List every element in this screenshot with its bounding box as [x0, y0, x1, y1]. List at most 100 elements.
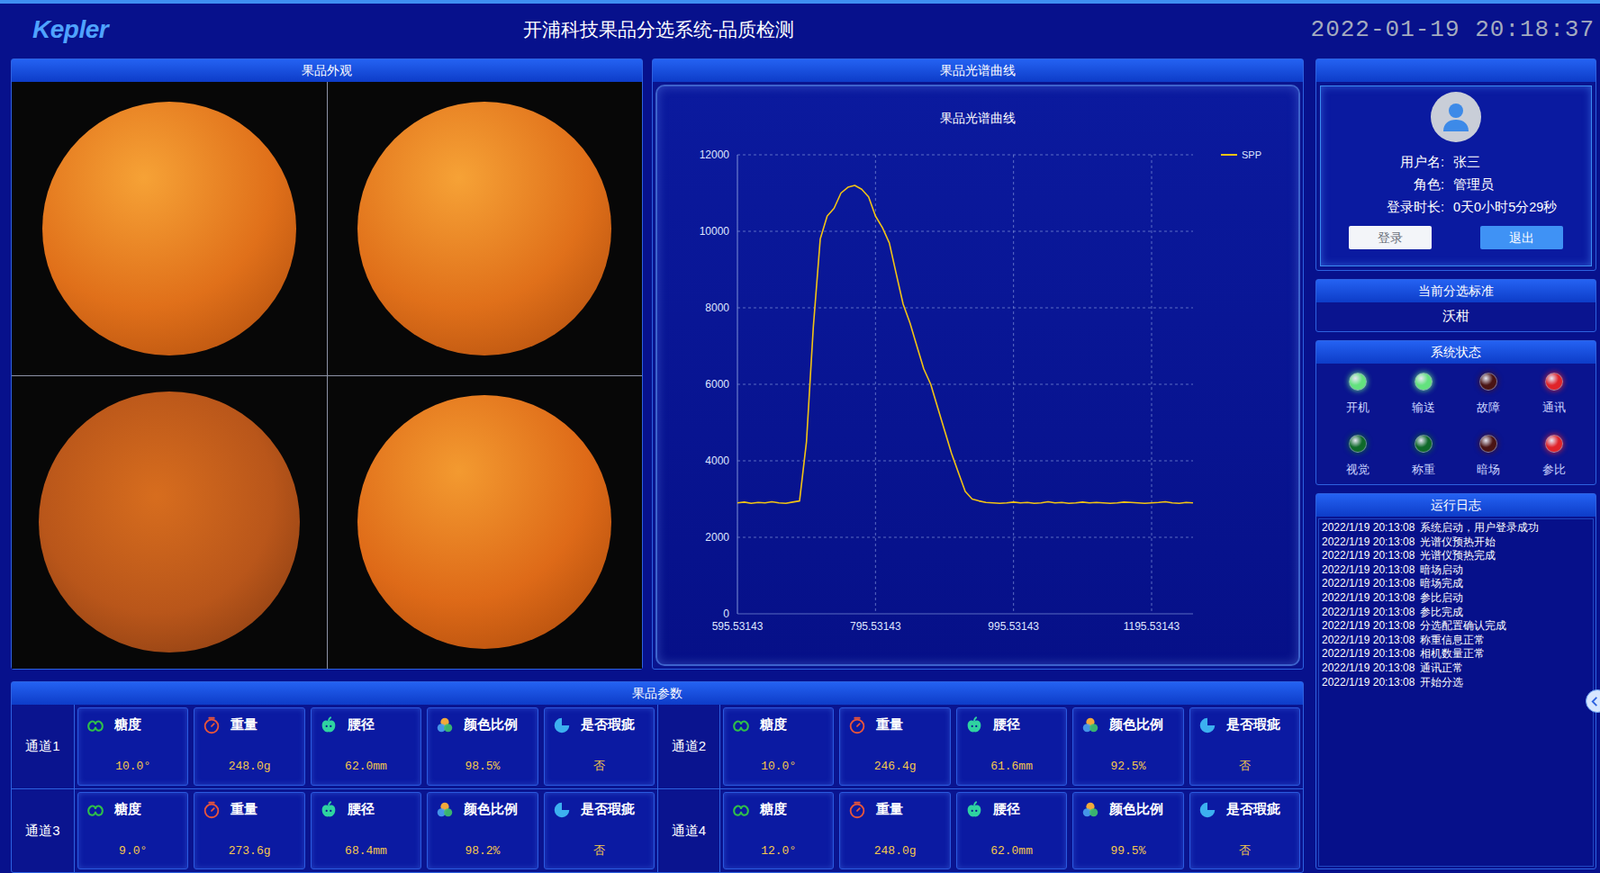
status-label: 开机 — [1346, 398, 1370, 417]
panel-header: 运行日志 — [1316, 494, 1596, 517]
param-label: 重量 — [876, 715, 904, 736]
param-value: 10.0° — [731, 758, 826, 777]
log-entry: 2022/1/19 20:13:08 系统启动，用户登录成功 — [1321, 521, 1591, 536]
log-entry: 2022/1/19 20:13:08暗场完成 — [1321, 577, 1591, 592]
log-entry: 2022/1/19 20:13:08开始分选 — [1321, 676, 1591, 691]
scale-icon — [847, 715, 868, 736]
spectrum-chart: 果品光谱曲线020004000600080001000012000595.531… — [655, 84, 1301, 667]
status-label: 视觉 — [1346, 461, 1370, 480]
defect-icon — [1197, 715, 1218, 736]
status-lights: 开机输送故障通讯视觉称重暗场参比 — [1316, 363, 1596, 485]
y-axis-line — [737, 154, 739, 615]
log-entry: 2022/1/19 20:13:08称重信息正常 — [1321, 633, 1591, 649]
page-title: 开浦科技果品分选系统-品质检测 — [523, 15, 795, 45]
param-label: 是否瑕疵 — [580, 800, 635, 821]
channel-label: 通道1 — [11, 705, 75, 789]
param-card: 腰径62.0mm — [310, 707, 422, 787]
grid-line — [1151, 154, 1153, 615]
log-entry: 2022/1/19 20:13:08 分选配置确认完成 — [1321, 619, 1591, 634]
param-head: 颜色比例 — [434, 800, 530, 821]
param-head: 腰径 — [318, 800, 414, 821]
param-card: 糖度9.0° — [77, 792, 189, 871]
param-head: 是否瑕疵 — [1197, 800, 1293, 821]
param-head: 腰径 — [964, 715, 1059, 736]
params-table: 通道1糖度10.0°重量248.0g腰径62.0mm颜色比例98.5%是否瑕疵否… — [11, 705, 1303, 873]
log-time: 2022/1/19 20:13:08 — [1321, 521, 1415, 536]
param-label: 是否瑕疵 — [1226, 715, 1281, 736]
param-card: 是否瑕疵否 — [1189, 707, 1301, 787]
param-label: 腰径 — [347, 800, 375, 821]
scale-icon — [201, 800, 222, 821]
palette-icon — [1080, 715, 1101, 736]
param-head: 腰径 — [318, 715, 414, 736]
legend-label: SPP — [1241, 149, 1262, 161]
spectrum-svg: 果品光谱曲线020004000600080001000012000595.531… — [657, 86, 1299, 665]
palette-icon — [434, 800, 455, 821]
grid-line — [737, 461, 1194, 462]
param-head: 糖度 — [731, 715, 826, 736]
y-tick-label: 4000 — [705, 454, 730, 468]
log-time: 2022/1/19 20:13:08 — [1321, 619, 1415, 634]
param-head: 是否瑕疵 — [551, 715, 647, 736]
x-tick-label: 795.53143 — [849, 620, 902, 633]
fruit-photo — [327, 376, 643, 670]
fruit-shape — [42, 101, 297, 356]
top-row: 果品外观 果品光谱曲线 果品光谱曲线0200040006000800010000… — [10, 58, 1304, 670]
status-light — [1479, 434, 1498, 453]
grid-line — [875, 154, 877, 615]
apple-icon — [964, 800, 985, 821]
log-message: 分选配置确认完成 — [1419, 619, 1507, 634]
logout-button[interactable]: 退出 — [1480, 225, 1564, 250]
param-head: 重量 — [847, 800, 942, 821]
palette-icon — [434, 715, 455, 736]
status-light — [1545, 434, 1564, 453]
chevron-left-icon — [1590, 696, 1600, 707]
param-value: 否 — [1197, 758, 1293, 777]
logo-area: Kepler — [0, 10, 524, 49]
log-panel: 运行日志 2022/1/19 20:13:08系统启动，用户登录成功2022/1… — [1315, 493, 1597, 870]
user-panel: 用户名:张三角色:管理员登录时长:0天0小时5分29秒 登录退出 — [1315, 58, 1597, 272]
log-entry: 2022/1/19 20:13:08参比启动 — [1321, 591, 1591, 606]
param-label: 是否瑕疵 — [1226, 800, 1281, 821]
login-button[interactable]: 登录 — [1348, 225, 1432, 250]
param-head: 糖度 — [731, 800, 826, 821]
spectrum-line — [737, 185, 1194, 504]
y-tick-label: 8000 — [705, 301, 730, 315]
defect-icon — [1197, 800, 1218, 821]
log-entry: 2022/1/19 20:13:08光谱仪预热完成 — [1321, 549, 1591, 564]
grid-line — [737, 307, 1194, 309]
param-label: 重量 — [230, 715, 258, 736]
param-value: 61.6mm — [964, 758, 1059, 777]
param-card: 颜色比例99.5% — [1072, 792, 1184, 871]
log-time: 2022/1/19 20:13:08 — [1321, 661, 1415, 677]
left-area: 果品外观 果品光谱曲线 果品光谱曲线0200040006000800010000… — [10, 58, 1304, 873]
logo: Kepler — [32, 10, 109, 49]
param-card: 重量273.6g — [193, 792, 305, 871]
status-item: 参比 — [1521, 434, 1588, 485]
status-panel: 系统状态 开机输送故障通讯视觉称重暗场参比 — [1315, 340, 1597, 486]
user-field-value: 张三 — [1453, 151, 1591, 174]
param-label: 是否瑕疵 — [580, 715, 635, 736]
param-head: 重量 — [201, 800, 297, 821]
param-value: 92.5% — [1080, 758, 1176, 777]
channel-label: 通道4 — [657, 789, 721, 873]
param-value: 98.2% — [434, 842, 530, 861]
log-entry: 2022/1/19 20:13:08通讯正常 — [1321, 661, 1591, 677]
legend-swatch — [1220, 153, 1238, 156]
sugar-icon — [85, 715, 106, 736]
log-time: 2022/1/19 20:13:08 — [1321, 676, 1415, 691]
log-message: 系统启动，用户登录成功 — [1419, 521, 1539, 536]
param-head: 腰径 — [964, 800, 1059, 821]
status-light — [1414, 434, 1433, 453]
status-label: 暗场 — [1476, 461, 1501, 480]
user-field-value: 管理员 — [1453, 173, 1591, 197]
status-item: 暗场 — [1455, 434, 1522, 485]
param-card: 颜色比例 98.2% — [426, 792, 538, 871]
status-label: 通讯 — [1542, 398, 1566, 417]
y-tick-label: 10000 — [699, 225, 731, 238]
log-entry: 2022/1/19 20:13:08光谱仪预热开始 — [1321, 535, 1591, 551]
log-message: 相机数量正常 — [1419, 647, 1485, 662]
channel-label: 通道2 — [657, 705, 721, 789]
user-field-label: 用户名: — [1320, 151, 1445, 174]
grid-line — [737, 537, 1194, 539]
